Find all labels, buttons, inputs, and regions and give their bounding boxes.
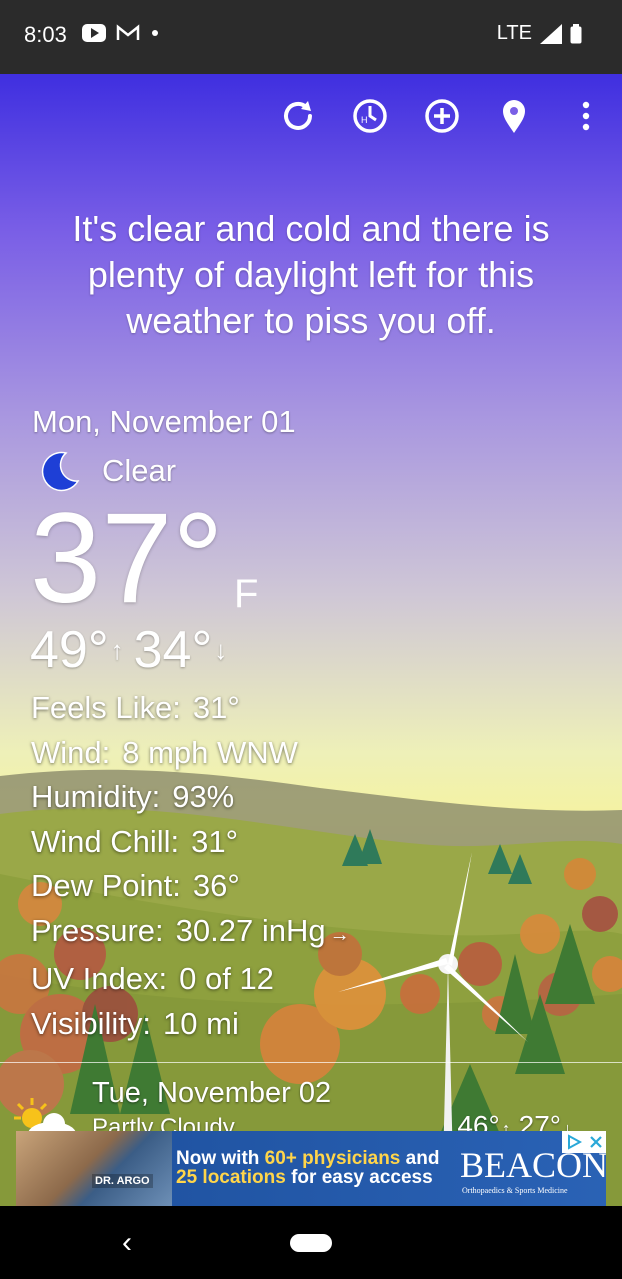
detail-feels-like: Feels Like: 31° (31, 690, 240, 725)
close-icon[interactable] (589, 1135, 603, 1149)
system-nav-bar: ‹ (0, 1206, 622, 1279)
back-button[interactable]: ‹ (122, 1226, 132, 1260)
high-low: 49° ↑ 34° ↓ (30, 622, 237, 678)
signal-icon (540, 23, 562, 44)
detail-pressure: Pressure: 30.27 inHg → (31, 912, 350, 948)
divider (0, 1062, 622, 1063)
location-button[interactable] (478, 92, 550, 140)
ad-brand-sub: Orthopaedics & Sports Medicine (462, 1186, 568, 1195)
high-temp: 49° (30, 621, 109, 679)
detail-uv-index: UV Index: 0 of 12 (31, 961, 274, 996)
ad-close-button[interactable] (562, 1131, 606, 1153)
ad-banner[interactable]: DR. ARGO Now with 60+ physicians and 25 … (16, 1131, 606, 1206)
more-options-icon (582, 101, 590, 131)
current-date: Mon, November 01 (32, 404, 296, 439)
gmail-icon (116, 24, 140, 40)
weather-app: H It's clear and cold and there is plent… (0, 74, 622, 1206)
hourly-clock-icon: H (353, 99, 387, 133)
current-temperature: 37° (30, 487, 224, 630)
detail-dew-point: Dew Point: 36° (31, 868, 240, 903)
ad-text: Now with 60+ physicians and 25 locations… (176, 1148, 440, 1188)
hourly-forecast-button[interactable]: H (334, 92, 406, 140)
svg-text:H: H (361, 115, 368, 125)
detail-wind-chill: Wind Chill: 31° (31, 823, 239, 859)
ad-photo: DR. ARGO (16, 1131, 172, 1206)
down-arrow-icon: ↓ (214, 635, 228, 665)
detail-visibility: Visibility: 10 mi (31, 1005, 239, 1041)
ad-photo-label: DR. ARGO (92, 1174, 153, 1188)
ad-choices-icon[interactable] (566, 1134, 582, 1150)
weather-headline: It's clear and cold and there is plenty … (72, 208, 550, 341)
forecast-date: Tue, November 02 (92, 1077, 332, 1109)
status-time: 8:03 (24, 22, 67, 47)
weather-details: Feels Like: 31° Wind: 8 mph WNW Humidity: 9… (31, 686, 350, 1046)
toolbar: H (262, 92, 622, 140)
detail-humidity: Humidity: 93% (31, 779, 235, 814)
low-temp: 34° (133, 621, 213, 679)
condition-label: Clear (102, 453, 177, 488)
location-pin-icon (503, 100, 525, 133)
add-location-icon (425, 99, 459, 133)
refresh-button[interactable] (262, 92, 334, 140)
temperature-unit: F (234, 572, 259, 616)
pressure-trend-icon: → (329, 923, 350, 946)
network-type: LTE (496, 22, 532, 44)
more-options-button[interactable] (550, 92, 622, 140)
home-button[interactable] (290, 1234, 332, 1252)
up-arrow-icon: ↑ (110, 635, 124, 665)
battery-icon (570, 23, 582, 43)
add-location-button[interactable] (406, 92, 478, 140)
refresh-icon (284, 101, 312, 130)
detail-wind: Wind: 8 mph WNW (31, 734, 298, 770)
status-bar: 8:03 LTE (0, 0, 622, 74)
youtube-icon (82, 24, 106, 42)
notification-dot-icon (152, 30, 158, 36)
